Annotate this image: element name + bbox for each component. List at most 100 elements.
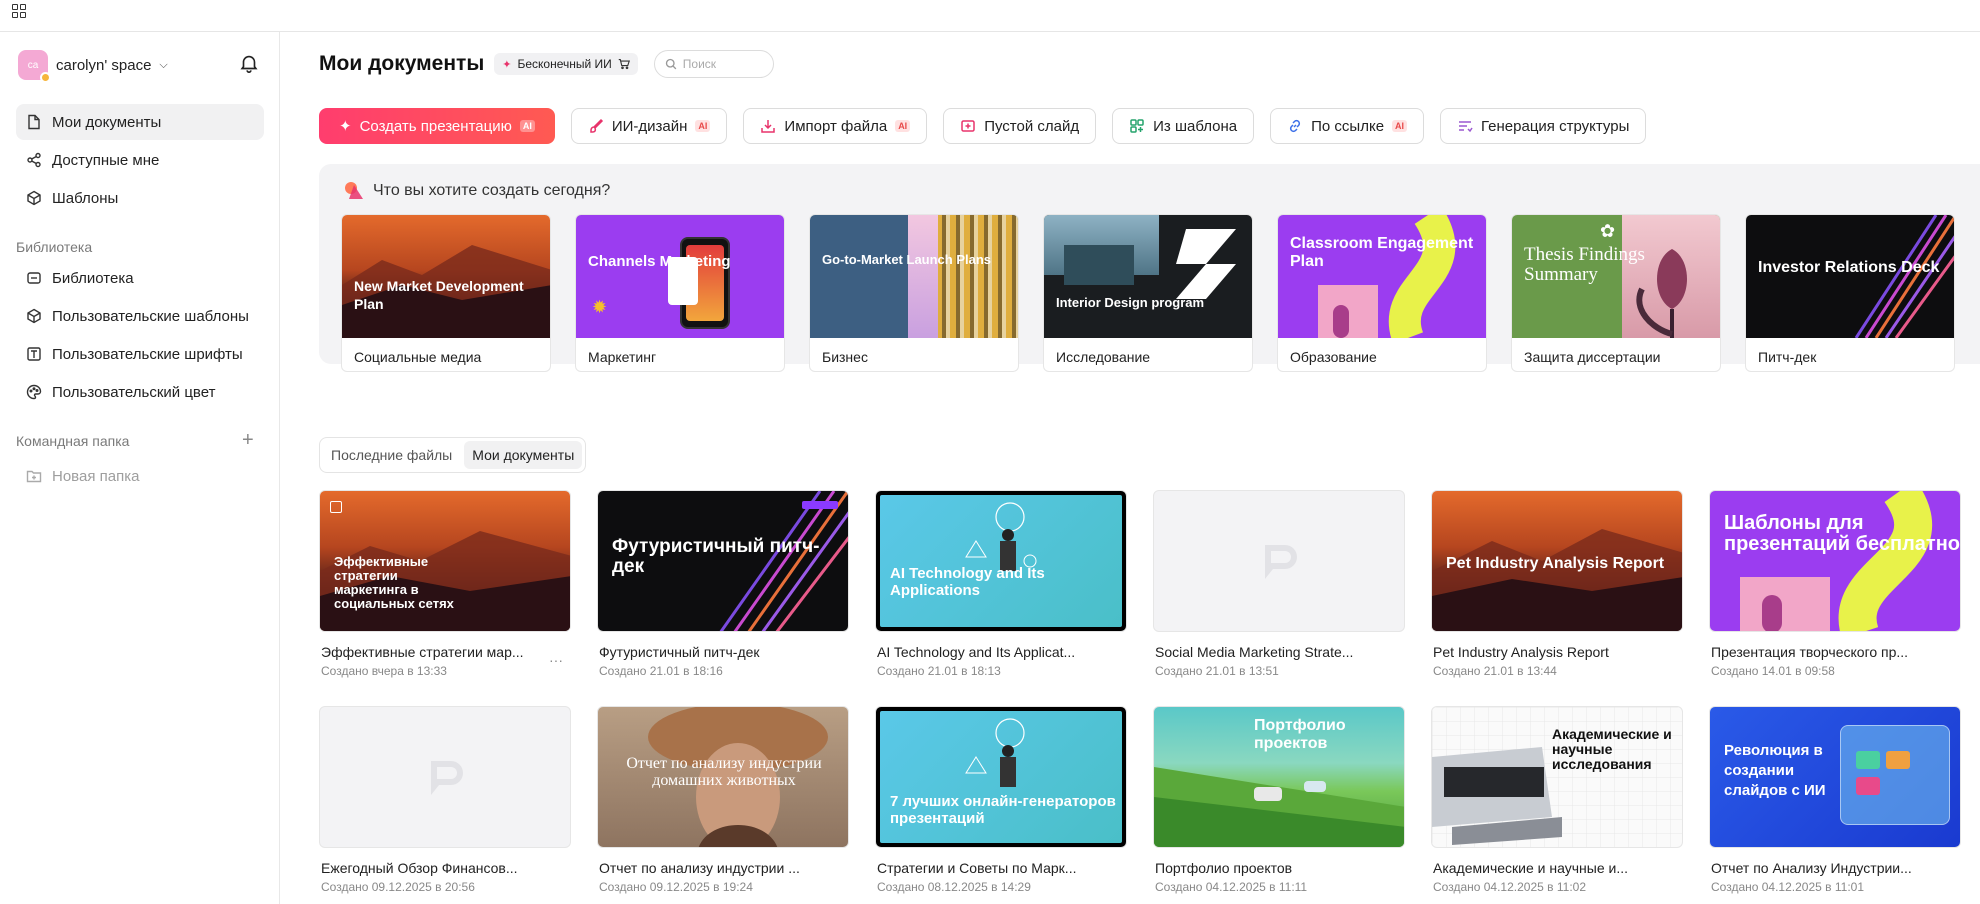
placeholder-logo-icon (431, 761, 463, 795)
file-date: Создано 04.12.2025 в 11:01 (1711, 880, 1864, 894)
file-card[interactable]: Портфолио проектов Портфолио проектов Со… (1153, 706, 1405, 894)
file-name: Стратегии и Советы по Марк... (877, 860, 1077, 876)
sidebar-item-custom-fonts[interactable]: Пользовательские шрифты (16, 336, 264, 372)
sidebar-item-new-folder[interactable]: Новая папка (16, 458, 264, 494)
file-card[interactable]: Шаблоны для презентаций бесплатно Презен… (1709, 490, 1961, 678)
sidebar-item-shared[interactable]: Доступные мне (16, 142, 264, 178)
template-card-marketing[interactable]: Channels Marketing ✹ Маркетинг (575, 214, 785, 372)
select-checkbox[interactable] (330, 501, 342, 513)
file-date: Создано 14.01 в 09:58 (1711, 664, 1835, 678)
workspace-name: carolyn' space (56, 56, 152, 74)
file-card[interactable]: Ежегодный Обзор Финансов... Создано 09.1… (319, 706, 571, 894)
library-section-title: Библиотека (16, 239, 93, 255)
from-template-button[interactable]: Из шаблона (1112, 108, 1255, 144)
file-card[interactable]: Social Media Marketing Strate... Создано… (1153, 490, 1405, 678)
import-file-button[interactable]: Импорт файла AI (743, 108, 928, 144)
file-card[interactable]: Эффективные стратегии маркетинга в социа… (319, 490, 571, 678)
outline-icon (1459, 121, 1473, 133)
by-link-button[interactable]: По ссылке AI (1270, 108, 1425, 144)
file-date: Создано 08.12.2025 в 14:29 (877, 880, 1031, 894)
file-name: Pet Industry Analysis Report (1433, 644, 1609, 660)
sidebar-item-my-docs[interactable]: Мои документы (16, 104, 264, 140)
workspace-switcher[interactable]: ca carolyn' space ⌵ (18, 50, 168, 83)
file-icon (28, 114, 40, 130)
template-card-thesis[interactable]: ✿ Thesis Findings Summary Защита диссерт… (1511, 214, 1721, 372)
infinite-ai-badge[interactable]: ✦ Бесконечный ИИ (494, 53, 638, 75)
sidebar-item-templates[interactable]: Шаблоны (16, 180, 264, 216)
library-icon (27, 272, 41, 284)
file-date: Создано 09.12.2025 в 19:24 (599, 880, 753, 894)
sidebar-item-label: Библиотека (52, 269, 134, 287)
file-date: Создано 21.01 в 18:13 (877, 664, 1001, 678)
top-bar (0, 0, 1980, 32)
file-name: Отчет по анализу индустрии ... (599, 860, 800, 876)
file-card[interactable]: Pet Industry Analysis Report Pet Industr… (1431, 490, 1683, 678)
sparkle-icon: ✦ (339, 118, 352, 135)
template-card-pitch[interactable]: Investor Relations Deck Питч-дек (1745, 214, 1955, 372)
plus-square-icon (961, 120, 975, 132)
ai-design-button[interactable]: ИИ-дизайн AI (570, 108, 728, 144)
file-name: Портфолио проектов (1155, 860, 1293, 876)
file-date: Создано 21.01 в 13:51 (1155, 664, 1279, 678)
sidebar-item-label: Мои документы (52, 113, 162, 131)
link-icon (1290, 119, 1301, 133)
file-name: Social Media Marketing Strate... (1155, 644, 1354, 660)
tab-my-documents[interactable]: Мои документы (464, 441, 583, 469)
template-card-social[interactable]: New Market Development Plan Социальные м… (341, 214, 551, 372)
bell-icon[interactable] (238, 52, 260, 74)
file-tabs: Последние файлы Мои документы (319, 437, 587, 473)
file-card[interactable]: Футуристичный питч-дек Футуристичный пит… (597, 490, 849, 678)
file-date: Создано 04.12.2025 в 11:02 (1433, 880, 1586, 894)
font-icon (27, 347, 41, 361)
brush-icon (590, 118, 603, 133)
cart-icon (618, 58, 630, 70)
layout-icon (1130, 119, 1144, 133)
sidebar-item-library[interactable]: Библиотека (16, 260, 264, 296)
template-card-research[interactable]: Interior Design program Исследование (1043, 214, 1253, 372)
file-date: Создано 21.01 в 13:44 (1433, 664, 1557, 678)
create-presentation-button[interactable]: ✦ Создать презентацию AI (319, 108, 555, 144)
sidebar-item-custom-color[interactable]: Пользовательский цвет (16, 374, 264, 410)
tab-recent-files[interactable]: Последние файлы (323, 441, 460, 469)
flower-icon: ✿ (1600, 221, 1616, 241)
file-name: Ежегодный Обзор Финансов... (321, 860, 518, 876)
add-folder-icon[interactable]: + (242, 430, 254, 450)
generate-outline-button[interactable]: Генерация структуры (1440, 108, 1647, 144)
template-card-business[interactable]: Go-to-Market Launch Plans Бизнес (809, 214, 1019, 372)
apps-grid-icon[interactable] (12, 4, 26, 18)
page-title: Мои документы (319, 52, 485, 75)
file-name: Презентация творческого пр... (1711, 644, 1909, 660)
file-card[interactable]: 7 лучших онлайн-генераторов презентаций … (875, 706, 1127, 894)
placeholder-logo-icon (1265, 545, 1297, 579)
team-folder-title: Командная папка (16, 433, 130, 449)
search-icon (665, 58, 677, 70)
file-date: Создано 21.01 в 18:16 (599, 664, 723, 678)
file-date: Создано вчера в 13:33 (321, 664, 447, 678)
file-date: Создано 04.12.2025 в 11:11 (1155, 880, 1308, 894)
sidebar-item-label: Пользовательские шрифты (52, 345, 243, 363)
template-icon (27, 190, 41, 206)
more-options-icon[interactable]: ··· (549, 652, 563, 668)
file-name: AI Technology and Its Applicat... (877, 644, 1076, 660)
sidebar-item-label: Доступные мне (52, 151, 160, 169)
file-card[interactable]: Отчет по анализу индустрии домашних живо… (597, 706, 849, 894)
sidebar-item-label: Пользовательские шаблоны (52, 307, 249, 325)
sidebar-item-custom-templates[interactable]: Пользовательские шаблоны (16, 298, 264, 334)
file-name: Отчет по Анализу Индустрии... (1711, 860, 1912, 876)
sidebar-item-label: Шаблоны (52, 189, 119, 207)
file-name: Академические и научные и... (1433, 860, 1628, 876)
avatar: ca (18, 50, 51, 83)
sparkle-icon: ✦ (502, 58, 512, 71)
template-prompt: Что вы хотите создать сегодня? (373, 182, 611, 199)
main-content: Мои документы ✦ Бесконечный ИИ Поиск ✦ С… (281, 32, 1980, 904)
folder-plus-icon (26, 470, 42, 483)
search-input[interactable]: Поиск (653, 50, 774, 78)
blank-slide-button[interactable]: Пустой слайд (943, 108, 1097, 144)
shapes-icon (345, 182, 363, 199)
wave-illustration (1318, 215, 1456, 338)
template-card-education[interactable]: Classroom Engagement Plan Образование (1277, 214, 1487, 372)
file-card[interactable]: AI Technology and Its Applications AI Te… (875, 490, 1127, 678)
file-card[interactable]: Революция в создании слайдов с ИИ Отчет … (1709, 706, 1961, 894)
file-card[interactable]: Академические и научные исследования Ака… (1431, 706, 1683, 894)
cube-icon (27, 308, 41, 324)
